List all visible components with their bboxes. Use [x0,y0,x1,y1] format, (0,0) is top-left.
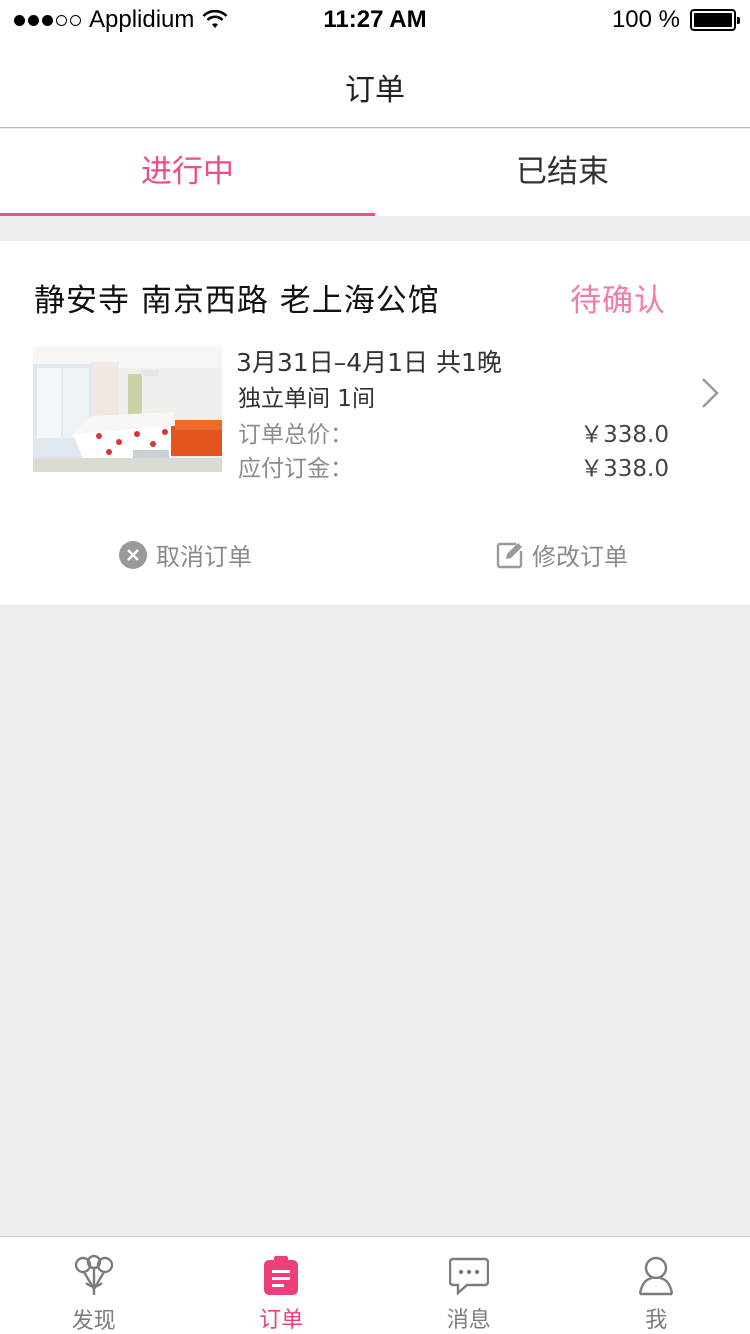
close-circle-icon [119,540,147,569]
bottom-tab-bar: 发现 订单 消息 我 [0,1236,750,1334]
cancel-order-button[interactable]: 取消订单 [118,537,252,572]
discover-icon [74,1255,113,1295]
order-status-badge: 待确认 [570,283,666,319]
tab-messages-label: 消息 [446,1308,491,1333]
battery-icon [690,9,740,31]
stay-dates: 3月31日–4月1日 共1晚 [236,348,502,377]
status-bar: Applidium 11:27 AM 100 % [0,0,750,40]
deposit-label: 应付订金： [238,456,353,482]
total-price-label: 订单总价： [238,422,353,448]
tab-me[interactable]: 我 [563,1237,750,1334]
cancel-order-label: 取消订单 [156,543,252,571]
chevron-right-icon[interactable] [700,377,720,409]
battery-percent: 100 % [611,6,680,33]
tab-finished[interactable]: 已结束 [375,129,750,216]
profile-icon [639,1256,674,1295]
tab-discover-label: 发现 [71,1309,116,1334]
modify-order-label: 修改订单 [532,543,628,571]
room-photo [33,346,222,472]
tab-discover[interactable]: 发现 [0,1237,188,1334]
navigation-bar: 订单 [0,40,750,128]
tab-me-label: 我 [645,1308,668,1333]
tab-orders-label: 订单 [259,1308,304,1333]
total-price-value: ￥338.0 [580,422,669,448]
modify-order-button[interactable]: 修改订单 [496,537,628,572]
orders-icon [264,1255,299,1295]
page-title: 订单 [345,73,405,108]
tab-messages[interactable]: 消息 [375,1237,563,1334]
room-type: 独立单间 1间 [238,386,375,412]
tab-orders[interactable]: 订单 [188,1237,376,1334]
order-status-tabs: 进行中 已结束 [0,129,750,216]
status-right: 100 % [611,6,740,34]
message-icon [448,1257,489,1295]
order-card[interactable]: 静安寺 南京西路 老上海公馆 待确认 3月31日–4月1日 共1晚 独立单间 1… [0,241,750,605]
tab-in-progress[interactable]: 进行中 [0,129,375,216]
deposit-value: ￥338.0 [580,456,669,482]
hotel-name: 静安寺 南京西路 老上海公馆 [34,283,440,319]
edit-icon [496,542,523,568]
